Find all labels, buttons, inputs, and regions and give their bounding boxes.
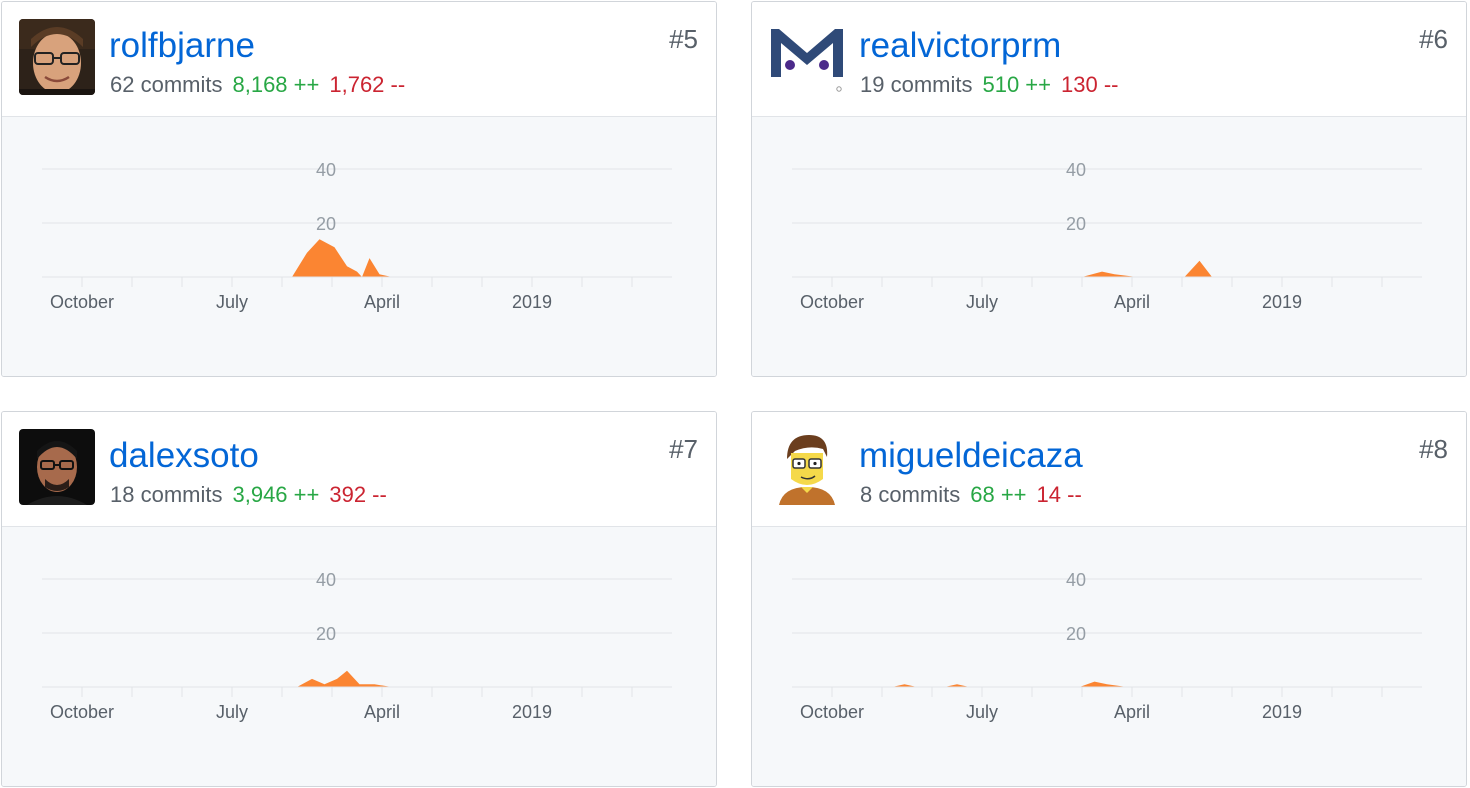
contribution-chart: 20 40 October July April 2019 [42,160,716,312]
x-tick-label: July [966,702,998,722]
contributor-header: rolfbjarne 62 commits 8,168 ++ 1,762 -- #5 [2,2,716,117]
contributor-header: migueldeicaza 8 commits 68 ++ 14 -- #8 [752,412,1466,527]
contribution-chart-area: 20 40 October July April 2019 [752,527,1466,786]
contributor-login-link[interactable]: migueldeicaza [859,434,1083,478]
contribution-chart-area: 20 40 October July April 2019 [2,117,716,376]
contribution-chart: 20 40 October July April 2019 [792,570,1422,722]
contributor-card: dalexsoto 18 commits 3,946 ++ 392 -- #7 20… [1,411,717,787]
x-tick-label: July [216,292,248,312]
y-tick-label: 20 [1066,624,1086,644]
deletions-count: 1,762 -- [329,72,406,97]
y-tick-label: 20 [316,624,336,644]
y-tick-label: 20 [316,214,336,234]
commit-count-link[interactable]: 19 commits [860,72,972,97]
contributor-stats: 18 commits 3,946 ++ 392 -- [110,481,387,509]
x-tick-label: July [216,702,248,722]
contributor-rank: #5 [669,24,698,54]
contributor-header: dalexsoto 18 commits 3,946 ++ 392 -- #7 [2,412,716,527]
cartoon-avatar-icon [769,429,845,505]
contributor-card: realvictorprm 19 commits 510 ++ 130 -- #6 … [751,1,1467,377]
y-tick-label: 40 [316,160,336,180]
y-tick-label: 40 [1066,570,1086,590]
additions-count: 8,168 ++ [232,72,320,97]
contributor-stats: 62 commits 8,168 ++ 1,762 -- [110,71,405,99]
x-tick-label: April [364,702,400,722]
commit-area-series [297,670,392,687]
contribution-chart-area: 20 40 October July April 2019 [752,117,1466,376]
contributor-stats: 19 commits 510 ++ 130 -- [860,71,1118,99]
letter-m-logo-icon [769,19,845,95]
x-tick-label: October [50,292,114,312]
deletions-count: 14 -- [1036,482,1082,507]
x-tick-label: October [800,702,864,722]
contributor-login-link[interactable]: dalexsoto [109,434,259,478]
contributor-login-link[interactable]: rolfbjarne [109,24,255,68]
contributor-rank: #7 [669,434,698,464]
additions-count: 68 ++ [970,482,1027,507]
commit-area-series [892,681,1127,687]
y-tick-label: 40 [316,570,336,590]
contribution-chart: 20 40 October July April 2019 [792,160,1422,312]
deletions-count: 130 -- [1061,72,1119,97]
avatar[interactable] [19,429,95,505]
y-tick-label: 20 [1066,214,1086,234]
contributor-stats: 8 commits 68 ++ 14 -- [860,481,1082,509]
commit-count-link[interactable]: 18 commits [110,482,222,507]
x-tick-label: July [966,292,998,312]
user-photo-glasses-icon [19,19,95,95]
x-tick-label: October [50,702,114,722]
user-photo-dark-icon [19,429,95,505]
contributor-card: migueldeicaza 8 commits 68 ++ 14 -- #8 20 4… [751,411,1467,787]
commit-area-series [292,239,716,277]
x-tick-label: April [1114,292,1150,312]
commit-area-series [1082,260,1212,277]
deletions-count: 392 -- [329,482,387,507]
x-tick-label: 2019 [512,292,552,312]
x-tick-label: October [800,292,864,312]
avatar[interactable] [769,19,845,95]
avatar[interactable] [769,429,845,505]
additions-count: 510 ++ [982,72,1051,97]
x-tick-label: April [1114,702,1150,722]
y-tick-label: 40 [1066,160,1086,180]
x-tick-label: 2019 [512,702,552,722]
x-tick-label: April [364,292,400,312]
contributor-login-link[interactable]: realvictorprm [859,24,1061,68]
commit-count-link[interactable]: 62 commits [110,72,222,97]
contribution-chart: 20 40 October July April 2019 [42,570,672,722]
contributor-rank: #8 [1419,434,1448,464]
contribution-chart-area: 20 40 October July April 2019 [2,527,716,786]
avatar[interactable] [19,19,95,95]
commit-count-link[interactable]: 8 commits [860,482,960,507]
x-tick-label: 2019 [1262,702,1302,722]
x-tick-label: 2019 [1262,292,1302,312]
contributor-card: rolfbjarne 62 commits 8,168 ++ 1,762 -- #5… [1,1,717,377]
contributor-header: realvictorprm 19 commits 510 ++ 130 -- #6 [752,2,1466,117]
contributor-rank: #6 [1419,24,1448,54]
additions-count: 3,946 ++ [232,482,320,507]
